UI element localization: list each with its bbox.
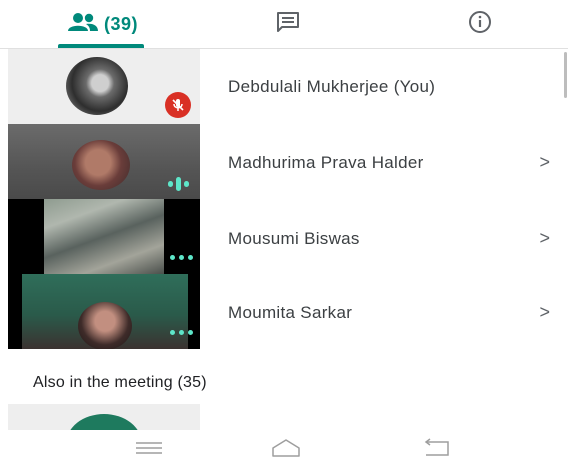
chevron-right-icon[interactable]: > — [539, 152, 550, 173]
info-icon — [468, 10, 492, 39]
people-icon — [67, 12, 98, 37]
scrollbar[interactable] — [564, 52, 567, 98]
system-nav-bar — [0, 430, 568, 462]
chevron-right-icon[interactable]: > — [539, 302, 550, 323]
participant-name: Mousumi Biswas — [228, 229, 360, 248]
participant-video-tile — [8, 274, 200, 349]
mic-off-icon — [165, 92, 191, 118]
avatar — [66, 57, 128, 115]
participant-tile — [8, 49, 200, 124]
participant-name: Moumita Sarkar — [228, 303, 353, 322]
back-icon[interactable] — [422, 438, 452, 458]
participant-row-self[interactable]: Debdulali Mukherjee (You) — [0, 49, 568, 124]
tab-bar: (39) — [0, 0, 568, 48]
participant-tile-partial[interactable] — [8, 404, 200, 430]
video-frame — [44, 199, 164, 274]
chat-icon — [276, 11, 300, 38]
participant-row[interactable]: Madhurima Prava Halder > — [0, 124, 568, 199]
tab-chat[interactable] — [258, 0, 318, 48]
speaking-indicator-icon — [168, 177, 189, 191]
participant-row[interactable]: Moumita Sarkar > — [0, 274, 568, 349]
home-icon[interactable] — [271, 438, 301, 458]
audio-dots-icon — [170, 330, 193, 335]
chevron-right-icon[interactable]: > — [539, 228, 550, 249]
also-in-meeting-heading: Also in the meeting (35) — [33, 374, 207, 391]
participant-video-tile — [8, 199, 200, 274]
participant-count: (39) — [103, 13, 138, 34]
video-frame — [72, 140, 130, 190]
tab-info[interactable] — [450, 0, 510, 48]
video-face — [78, 302, 132, 349]
menu-icon[interactable] — [134, 438, 164, 458]
participant-name: Debdulali Mukherjee (You) — [228, 77, 436, 96]
tab-people[interactable]: (39) — [48, 0, 158, 48]
participant-name: Madhurima Prava Halder — [228, 153, 424, 172]
participant-row[interactable]: Mousumi Biswas > — [0, 199, 568, 274]
participant-video-tile — [8, 124, 200, 199]
avatar — [66, 414, 142, 430]
audio-dots-icon — [170, 255, 193, 260]
